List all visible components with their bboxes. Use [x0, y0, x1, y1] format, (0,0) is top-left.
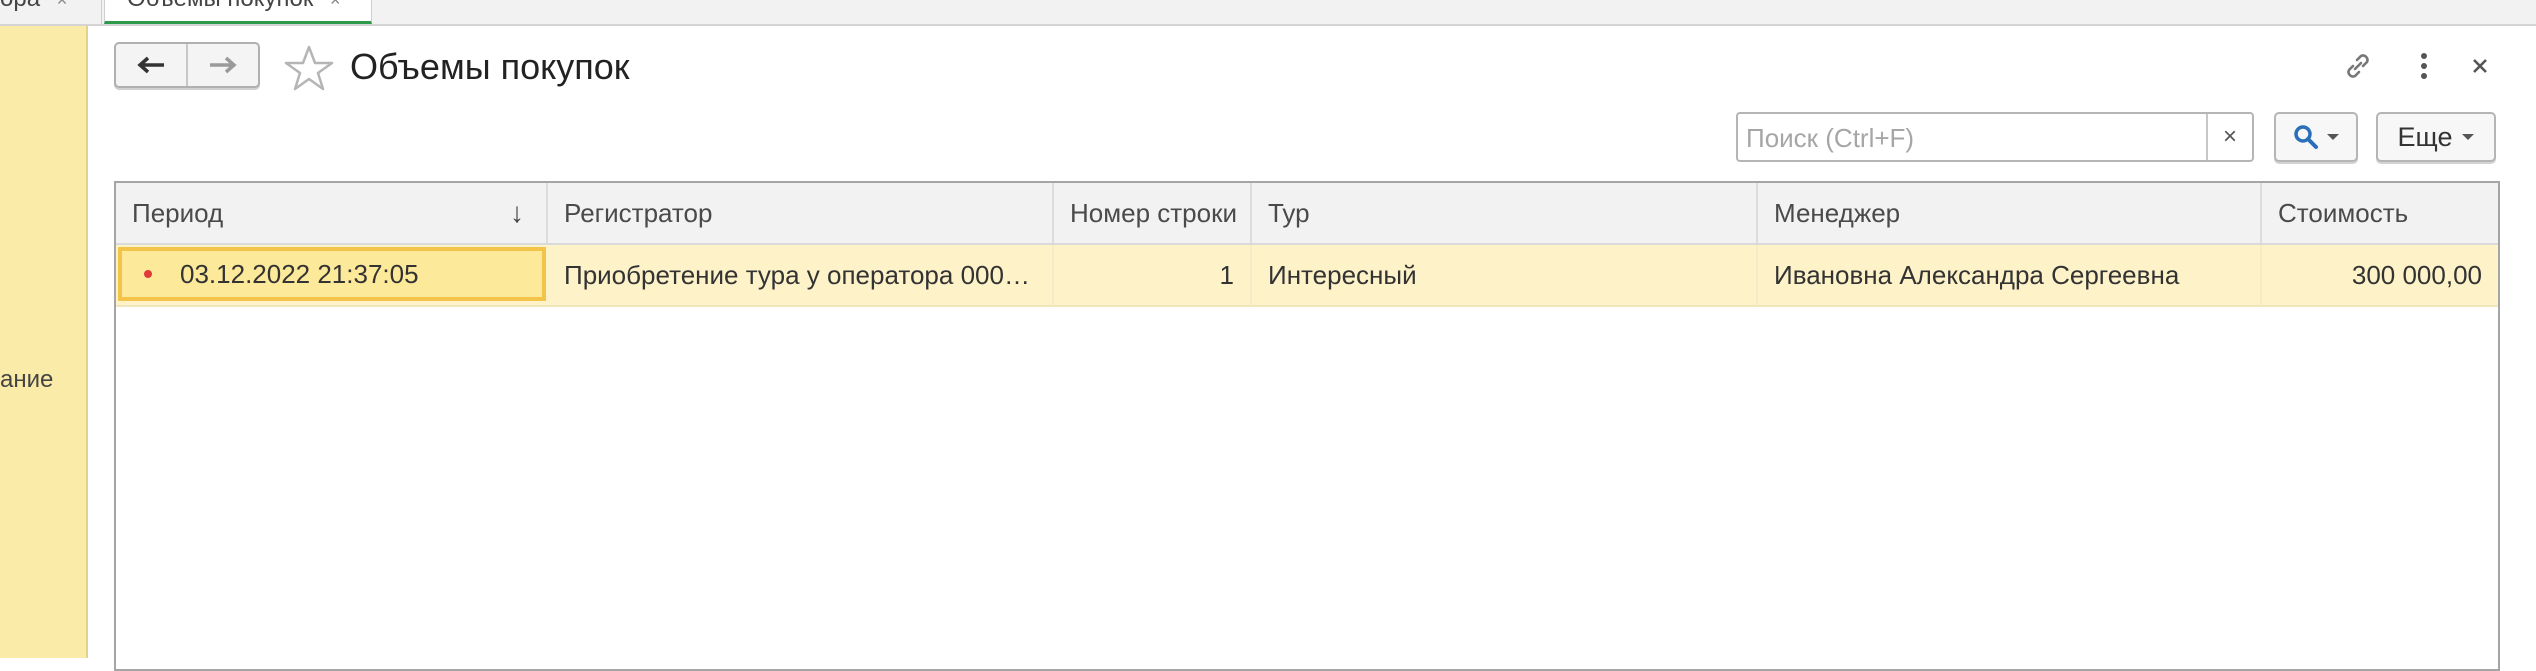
navigation-buttons — [114, 42, 260, 88]
close-form-button[interactable] — [2462, 48, 2498, 84]
tab-label: Объемы покупок — [127, 0, 313, 12]
column-header-label: Стоимость — [2278, 197, 2409, 228]
back-button[interactable] — [116, 44, 186, 86]
tab-previous[interactable]: ора × — [0, 0, 102, 24]
search-input[interactable] — [1744, 118, 2188, 158]
tab-label: ора — [0, 0, 40, 12]
records-table[interactable]: Период ↓ Регистратор Номер строки Тур Ме… — [116, 183, 2498, 307]
cell-manager[interactable]: Ивановна Александра Сергеевна — [1758, 245, 2262, 305]
more-actions-button[interactable] — [2406, 48, 2442, 84]
tab-close-icon[interactable]: × — [57, 0, 68, 10]
link-button[interactable] — [2340, 48, 2376, 84]
column-header-label: Регистратор — [564, 197, 713, 228]
page-title: Объемы покупок — [350, 46, 630, 87]
search-button[interactable] — [2274, 112, 2358, 162]
table-header: Период ↓ Регистратор Номер строки Тур Ме… — [116, 183, 2498, 245]
column-header-manager[interactable]: Менеджер — [1758, 183, 2262, 243]
sort-descending-icon: ↓ — [510, 197, 524, 228]
cell-period[interactable]: 03.12.2022 21:37:05 — [118, 247, 546, 301]
cell-tour[interactable]: Интересный — [1252, 245, 1758, 305]
cell-text: Интересный — [1268, 259, 1417, 290]
cell-text: 300 000,00 — [2351, 259, 2482, 290]
link-icon — [2347, 54, 2369, 78]
forward-button[interactable] — [186, 44, 258, 86]
cell-text: Ивановна Александра Сергеевна — [1774, 259, 2180, 290]
close-icon — [2473, 59, 2487, 73]
sections-sidebar: ание — [0, 26, 88, 658]
column-header-label: Период — [132, 197, 224, 228]
column-header-label: Менеджер — [1774, 197, 1901, 228]
column-header-period[interactable]: Период ↓ — [116, 183, 548, 243]
chevron-down-icon — [2327, 134, 2339, 140]
table-row[interactable]: 03.12.2022 21:37:05 Приобретение тура у … — [116, 245, 2498, 307]
record-active-icon — [144, 270, 152, 278]
chevron-down-icon — [2462, 134, 2475, 140]
column-header-label: Номер строки — [1070, 197, 1237, 228]
arrow-right-icon — [210, 56, 237, 74]
column-header-registrar[interactable]: Регистратор — [548, 183, 1054, 243]
tab-strip: ора × Объемы покупок × — [0, 0, 2536, 26]
column-header-tour[interactable]: Тур — [1252, 183, 1758, 243]
search-box: × — [1736, 112, 2254, 162]
more-menu-button[interactable]: Еще — [2376, 112, 2496, 162]
cell-line-number[interactable]: 1 — [1054, 245, 1252, 305]
cell-cost[interactable]: 300 000,00 — [2262, 245, 2498, 305]
list-form: Объемы покупок × Еще Период — [114, 26, 2520, 671]
sidebar-item-label[interactable]: ание — [0, 366, 53, 394]
clear-search-button[interactable]: × — [2206, 114, 2252, 160]
cell-text: 03.12.2022 21:37:05 — [180, 258, 419, 289]
tab-purchase-volumes[interactable]: Объемы покупок × — [104, 0, 372, 24]
favorite-star-icon[interactable] — [284, 44, 334, 92]
arrow-left-icon — [137, 56, 164, 74]
search-icon — [2294, 125, 2318, 149]
cell-text: 1 — [1219, 259, 1234, 290]
cell-text: Приобретение тура у оператора 0000... — [564, 259, 1036, 290]
column-header-label: Тур — [1268, 197, 1310, 228]
cell-registrar[interactable]: Приобретение тура у оператора 0000... — [548, 245, 1054, 305]
vertical-ellipsis-icon — [2421, 53, 2427, 79]
column-header-line-number[interactable]: Номер строки — [1054, 183, 1252, 243]
more-button-label: Еще — [2397, 121, 2453, 152]
tab-close-icon[interactable]: × — [330, 0, 341, 10]
column-header-cost[interactable]: Стоимость — [2262, 183, 2498, 243]
